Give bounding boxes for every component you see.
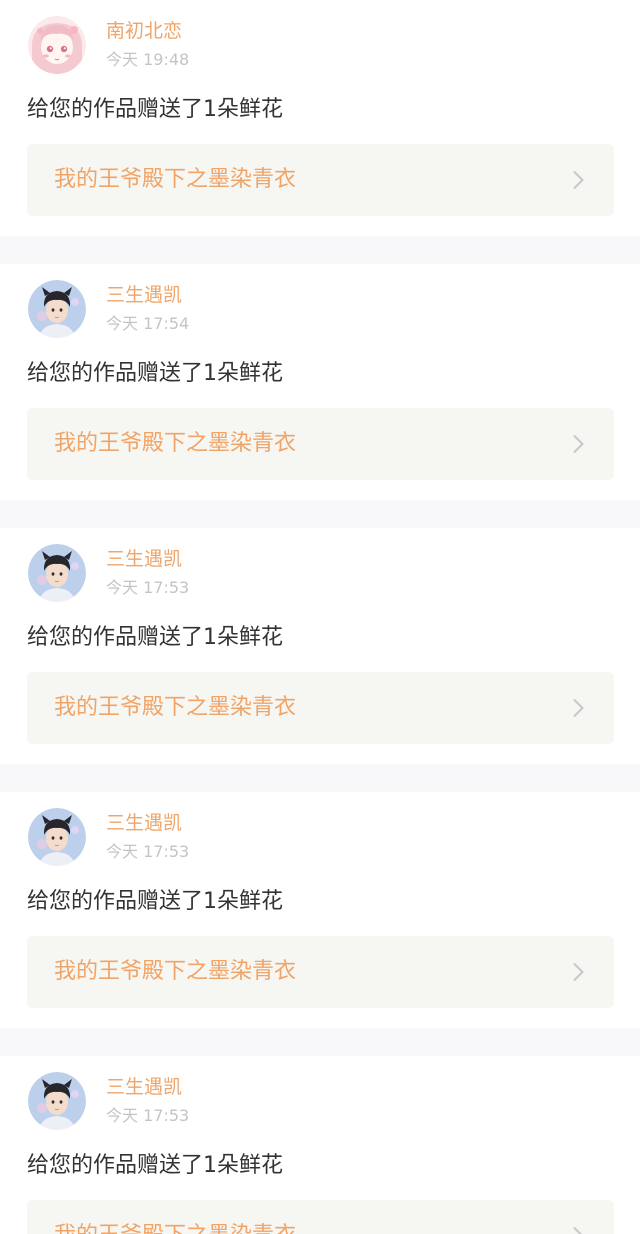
timestamp: 今天 17:53: [106, 578, 190, 597]
timestamp: 今天 17:53: [106, 842, 190, 861]
work-title: 我的王爷殿下之墨染青衣: [54, 167, 297, 192]
chevron-right-icon: [573, 435, 584, 453]
avatar[interactable]: [28, 1072, 86, 1130]
work-title: 我的王爷殿下之墨染青衣: [54, 1220, 296, 1234]
work-link-button[interactable]: 我的王爷殿下之墨染青衣: [27, 144, 614, 216]
notification-message: 给您的作品赠送了1朵鲜花: [27, 625, 283, 650]
avatar[interactable]: [28, 544, 86, 602]
timestamp: 今天 17:54: [106, 314, 190, 333]
avatar[interactable]: [28, 808, 86, 866]
username[interactable]: 三生遇凯: [106, 546, 182, 572]
username[interactable]: 三生遇凯: [106, 1074, 182, 1100]
card-separator: [0, 1028, 640, 1056]
username[interactable]: 三生遇凯: [106, 282, 182, 308]
username[interactable]: 南初北恋: [106, 18, 182, 44]
chevron-right-icon: [573, 699, 584, 717]
notification-message: 给您的作品赠送了1朵鲜花: [27, 1153, 283, 1178]
avatar[interactable]: [28, 280, 86, 338]
notification-card: 三生遇凯 今天 17:54 给您的作品赠送了1朵鲜花 我的王爷殿下之墨染青衣: [0, 264, 640, 500]
card-separator: [0, 764, 640, 792]
notification-card: 南初北恋 今天 19:48 给您的作品赠送了1朵鲜花 我的王爷殿下之墨染青衣: [0, 0, 640, 236]
notification-card: 三生遇凯 今天 17:53 给您的作品赠送了1朵鲜花 我的王爷殿下之墨染青衣: [0, 1056, 640, 1234]
work-title: 我的王爷殿下之墨染青衣: [54, 695, 297, 720]
chevron-right-icon: [573, 1227, 582, 1234]
chevron-right-icon: [573, 963, 584, 981]
card-separator: [0, 236, 640, 264]
work-link-button[interactable]: 我的王爷殿下之墨染青衣: [27, 672, 614, 744]
username[interactable]: 三生遇凯: [106, 810, 182, 836]
avatar[interactable]: [28, 16, 86, 74]
notification-message: 给您的作品赠送了1朵鲜花: [27, 97, 283, 122]
notification-card: 三生遇凯 今天 17:53 给您的作品赠送了1朵鲜花 我的王爷殿下之墨染青衣: [0, 792, 640, 1028]
notification-message: 给您的作品赠送了1朵鲜花: [27, 889, 283, 914]
notification-message: 给您的作品赠送了1朵鲜花: [27, 361, 283, 386]
work-link-button[interactable]: 我的王爷殿下之墨染青衣: [27, 408, 614, 480]
work-title: 我的王爷殿下之墨染青衣: [54, 431, 297, 456]
timestamp: 今天 19:48: [106, 50, 190, 69]
work-link-button[interactable]: 我的王爷殿下之墨染青衣: [27, 1200, 614, 1234]
notification-card: 三生遇凯 今天 17:53 给您的作品赠送了1朵鲜花 我的王爷殿下之墨染青衣: [0, 528, 640, 764]
work-link-button[interactable]: 我的王爷殿下之墨染青衣: [27, 936, 614, 1008]
chevron-right-icon: [573, 171, 584, 189]
work-title: 我的王爷殿下之墨染青衣: [54, 959, 297, 984]
gift-notification-feed: 南初北恋 今天 19:48 给您的作品赠送了1朵鲜花 我的王爷殿下之墨染青衣 三…: [0, 0, 640, 1234]
card-separator: [0, 500, 640, 528]
timestamp: 今天 17:53: [106, 1106, 190, 1125]
